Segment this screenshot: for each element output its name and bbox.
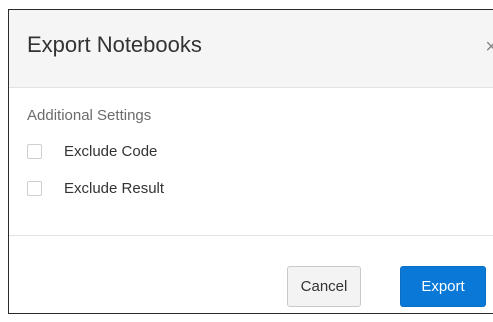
dialog-footer: Cancel Export xyxy=(9,235,493,313)
exclude-code-label: Exclude Code xyxy=(64,143,158,160)
export-notebooks-dialog: Export Notebooks × Additional Settings E… xyxy=(8,9,493,314)
cancel-button[interactable]: Cancel xyxy=(287,266,361,307)
additional-settings-label: Additional Settings xyxy=(27,107,152,124)
exclude-result-option[interactable]: Exclude Result xyxy=(27,180,164,197)
dialog-header: Export Notebooks × xyxy=(9,10,493,88)
dialog-body: Additional Settings Exclude Code Exclude… xyxy=(9,88,493,234)
dialog-title: Export Notebooks xyxy=(27,32,202,57)
exclude-result-label: Exclude Result xyxy=(64,180,165,197)
exclude-result-checkbox[interactable] xyxy=(27,181,42,196)
exclude-code-checkbox[interactable] xyxy=(27,144,42,159)
export-button[interactable]: Export xyxy=(400,266,486,307)
close-icon[interactable]: × xyxy=(485,37,493,57)
exclude-code-option[interactable]: Exclude Code xyxy=(27,143,157,160)
